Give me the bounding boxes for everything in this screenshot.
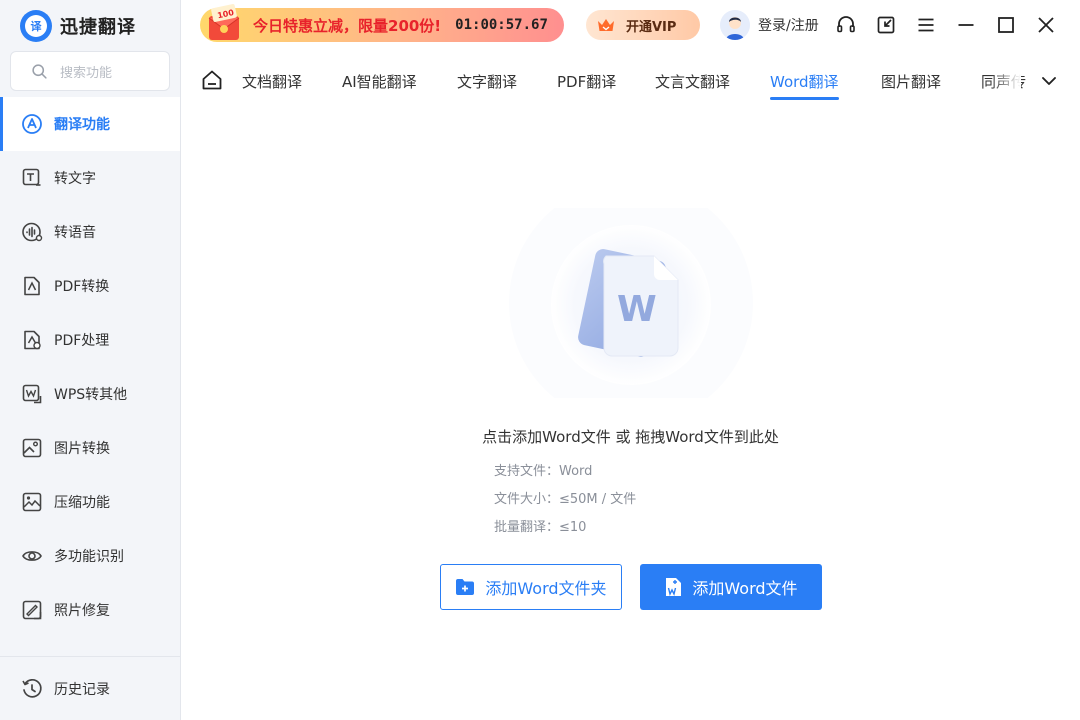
- pdf-convert-icon: [21, 275, 43, 297]
- vip-button[interactable]: 开通VIP: [586, 10, 700, 40]
- login-label: 登录/注册: [758, 18, 819, 34]
- app-name: 迅捷翻译: [60, 17, 136, 38]
- add-word-file-label: 添加Word文件: [692, 579, 798, 598]
- vip-label: 开通VIP: [626, 19, 677, 35]
- sidebar-item-label: 多功能识别: [54, 549, 124, 565]
- sidebar-item-compress[interactable]: 压缩功能: [0, 475, 180, 529]
- sidebar-item-label: 压缩功能: [54, 495, 110, 511]
- minimize-button[interactable]: [954, 13, 978, 37]
- voice-icon: [21, 221, 43, 243]
- word-file-add-icon: [666, 578, 682, 597]
- tab-document[interactable]: 文档翻译: [242, 71, 302, 92]
- sidebar-item-history[interactable]: 历史记录: [0, 656, 180, 720]
- wps-icon: [21, 383, 43, 405]
- sidebar: 译 迅捷翻译 搜索功能 翻译功能 转文字 转语音 PDF转换 PDF处理 WPS…: [0, 0, 181, 720]
- tab-word[interactable]: Word翻译: [770, 71, 839, 100]
- batch-limit-text: 批量翻译：≤10: [494, 520, 587, 535]
- tab-overflow-fade: [991, 58, 1021, 104]
- folder-add-icon: [456, 579, 475, 595]
- red-envelope-icon: 100: [208, 4, 240, 40]
- sidebar-item-label: PDF处理: [54, 333, 110, 349]
- sidebar-item-photo-repair[interactable]: 照片修复: [0, 583, 180, 637]
- close-button[interactable]: [1034, 13, 1058, 37]
- drop-zone-title[interactable]: 点击添加Word文件 或 拖拽Word文件到此处: [181, 426, 1080, 447]
- history-label: 历史记录: [54, 681, 110, 698]
- sidebar-item-text[interactable]: 转文字: [0, 151, 180, 205]
- headset-icon: [837, 16, 855, 33]
- supported-files-text: 支持文件：Word: [494, 464, 593, 479]
- search-icon: [32, 63, 47, 79]
- sidebar-item-pdf-convert[interactable]: PDF转换: [0, 259, 180, 313]
- tab-pdf[interactable]: PDF翻译: [557, 71, 616, 92]
- sidebar-item-translate[interactable]: 翻译功能: [0, 97, 180, 151]
- compress-icon: [21, 491, 43, 513]
- login-button[interactable]: 登录/注册: [720, 10, 819, 40]
- sidebar-item-label: WPS转其他: [54, 387, 128, 403]
- tab-classical-chinese[interactable]: 文言文翻译: [655, 71, 730, 92]
- sidebar-item-image-convert[interactable]: 图片转换: [0, 421, 180, 475]
- pdf-process-icon: [21, 329, 43, 351]
- sidebar-item-recognize[interactable]: 多功能识别: [0, 529, 180, 583]
- sidebar-item-label: 转文字: [54, 171, 96, 187]
- tab-ai-translate[interactable]: AI智能翻译: [342, 71, 417, 92]
- home-icon[interactable]: [201, 69, 223, 91]
- promo-banner[interactable]: 100 今日特惠立减，限量200份! 01:00:57.67: [200, 4, 564, 42]
- sidebar-item-label: 转语音: [54, 225, 96, 241]
- sidebar-nav: 翻译功能 转文字 转语音 PDF转换 PDF处理 WPS转其他 图片转换 压缩功…: [0, 97, 180, 637]
- logo-icon: 译: [20, 10, 52, 42]
- text-convert-icon: [21, 167, 43, 189]
- tab-bar: 文档翻译 AI智能翻译 文字翻译 PDF翻译 文言文翻译 Word翻译 图片翻译…: [181, 58, 1080, 104]
- maximize-icon: [998, 17, 1014, 33]
- sidebar-item-label: 图片转换: [54, 441, 110, 457]
- menu-icon: [918, 18, 934, 32]
- add-word-file-button[interactable]: 添加Word文件: [640, 564, 822, 610]
- support-button[interactable]: [834, 13, 858, 37]
- shrink-icon: [877, 16, 895, 34]
- chevron-down-icon[interactable]: [1038, 70, 1060, 92]
- search-input[interactable]: 搜索功能: [10, 51, 170, 91]
- app-logo: 译 迅捷翻译: [20, 9, 136, 43]
- sidebar-item-label: 照片修复: [54, 603, 110, 619]
- sidebar-item-voice[interactable]: 转语音: [0, 205, 180, 259]
- menu-button[interactable]: [914, 13, 938, 37]
- sidebar-item-wps[interactable]: WPS转其他: [0, 367, 180, 421]
- recognize-icon: [21, 545, 43, 567]
- close-icon: [1038, 17, 1054, 33]
- photo-repair-icon: [21, 599, 43, 621]
- sidebar-item-pdf-process[interactable]: PDF处理: [0, 313, 180, 367]
- promo-text: 今日特惠立减，限量200份!: [253, 16, 442, 35]
- countdown-timer: 01:00:57.67: [455, 17, 548, 33]
- crown-icon: [598, 19, 614, 31]
- translate-icon: [21, 113, 43, 135]
- shrink-window-button[interactable]: [874, 13, 898, 37]
- avatar: [720, 10, 750, 40]
- sidebar-item-label: 翻译功能: [54, 117, 110, 133]
- tab-text[interactable]: 文字翻译: [457, 71, 517, 92]
- search-placeholder: 搜索功能: [60, 65, 113, 81]
- word-file-illustration: W: [509, 208, 753, 398]
- image-convert-icon: [21, 437, 43, 459]
- tab-image[interactable]: 图片翻译: [881, 71, 941, 92]
- sidebar-item-label: PDF转换: [54, 279, 110, 295]
- maximize-button[interactable]: [994, 13, 1018, 37]
- file-size-text: 文件大小：≤50M / 文件: [494, 492, 637, 507]
- word-letter: W: [617, 289, 657, 330]
- history-icon: [21, 678, 43, 700]
- add-word-folder-label: 添加Word文件夹: [485, 579, 607, 598]
- minimize-icon: [958, 24, 974, 26]
- add-word-folder-button[interactable]: 添加Word文件夹: [440, 564, 622, 610]
